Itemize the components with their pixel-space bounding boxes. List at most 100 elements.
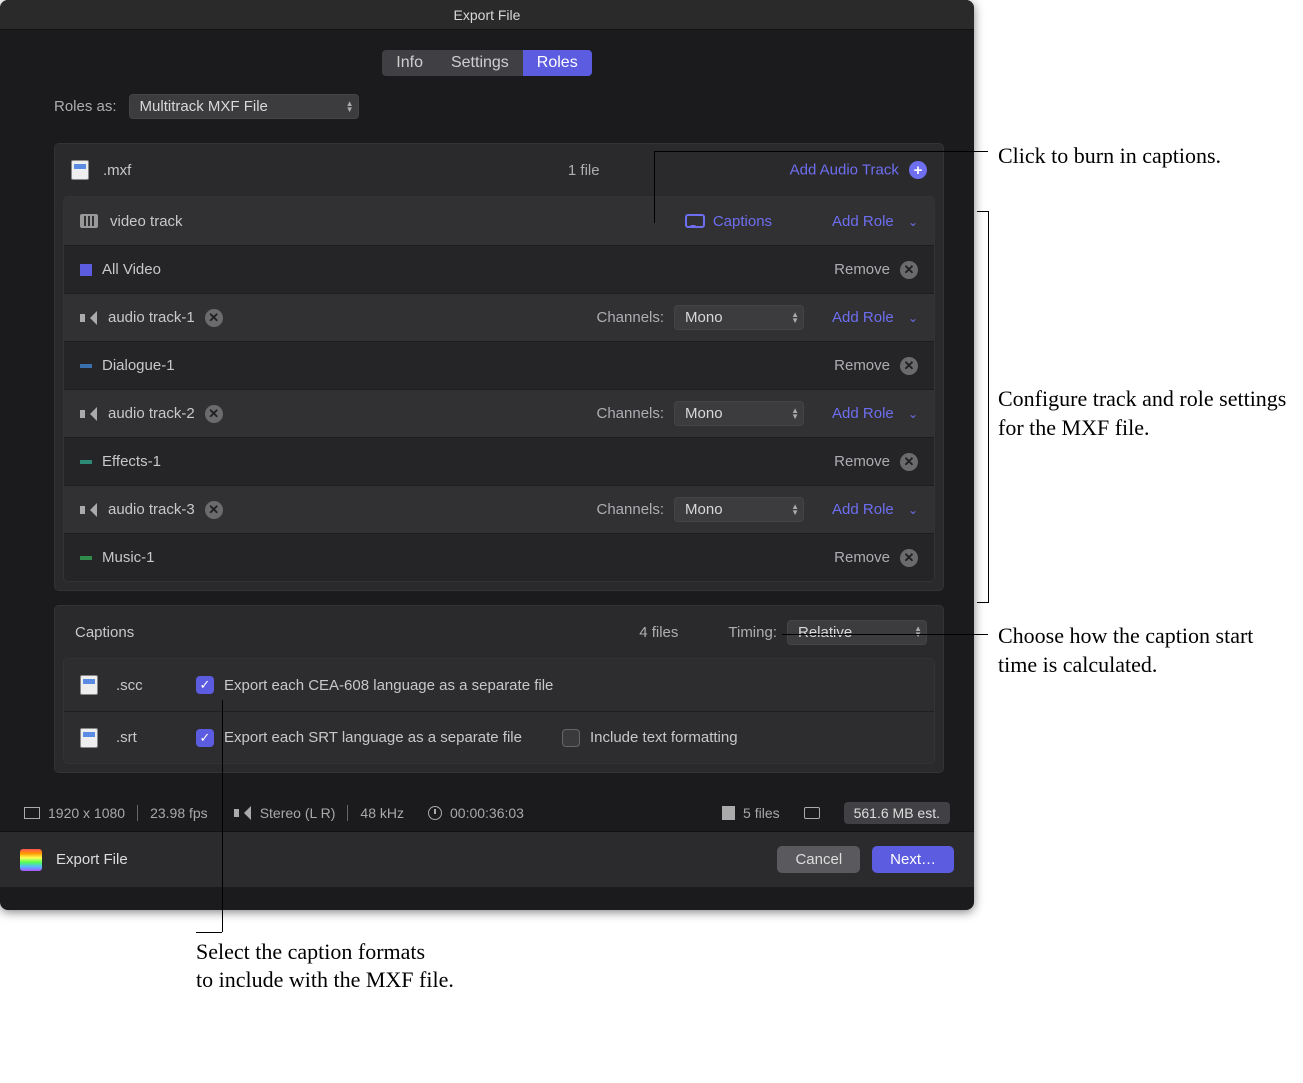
remove-label: Remove [834, 549, 890, 566]
roles-as-select[interactable]: Multitrack MXF File ▲▼ [129, 94, 359, 119]
speaker-icon [234, 806, 250, 820]
next-button[interactable]: Next… [872, 846, 954, 873]
add-role-label: Add Role [832, 405, 894, 422]
captions-button[interactable]: Captions [685, 213, 772, 230]
file-icon [80, 728, 98, 748]
clock-icon [428, 806, 442, 820]
status-sample: 48 kHz [360, 805, 404, 821]
tab-info[interactable]: Info [382, 50, 437, 76]
remove-role-button[interactable]: ✕ [900, 453, 918, 471]
chevron-down-icon: ⌄ [908, 215, 918, 229]
remove-track-button[interactable]: ✕ [205, 309, 223, 327]
role-row-dialogue: Dialogue-1 Remove ✕ [64, 341, 934, 389]
file-icon [80, 675, 98, 695]
status-audio: Stereo (L R) [260, 805, 336, 821]
add-role-audio-3[interactable]: Add Role ⌄ [832, 501, 918, 518]
scc-export-checkbox[interactable]: ✓ [196, 676, 214, 694]
timing-label: Timing: [728, 624, 777, 641]
channels-value: Mono [685, 309, 723, 326]
audio-track-label: audio track-2 [108, 405, 195, 422]
role-name: Effects-1 [102, 453, 161, 470]
add-role-audio-2[interactable]: Add Role ⌄ [832, 405, 918, 422]
role-row-music: Music-1 Remove ✕ [64, 533, 934, 581]
role-swatch [80, 264, 92, 276]
stepper-icon: ▲▼ [791, 408, 799, 420]
mxf-file-count: 1 file [568, 162, 600, 179]
chevron-down-icon: ⌄ [908, 407, 918, 421]
role-name: All Video [102, 261, 161, 278]
channels-select-1[interactable]: Mono ▲▼ [674, 305, 804, 330]
video-track-label: video track [110, 213, 183, 230]
add-role-label: Add Role [832, 213, 894, 230]
timing-select[interactable]: Relative ▲▼ [787, 620, 927, 645]
remove-label: Remove [834, 357, 890, 374]
add-audio-label: Add Audio Track [790, 162, 899, 179]
remove-role-button[interactable]: ✕ [900, 261, 918, 279]
include-formatting-label: Include text formatting [590, 729, 738, 746]
tab-settings[interactable]: Settings [437, 50, 523, 76]
check-icon: ✓ [200, 677, 211, 693]
captions-icon [685, 214, 705, 228]
remove-role-button[interactable]: ✕ [900, 357, 918, 375]
speaker-icon [80, 407, 96, 421]
add-audio-track-button[interactable]: Add Audio Track + [790, 161, 927, 179]
captions-header-label: Captions [75, 624, 134, 641]
status-file-count: 5 files [743, 805, 780, 821]
annotation-formats-2: to include with the MXF file. [196, 966, 454, 995]
export-window: Export File Info Settings Roles Roles as… [0, 0, 974, 910]
role-name: Dialogue-1 [102, 357, 175, 374]
role-swatch [80, 460, 92, 464]
stepper-icon: ▲▼ [791, 312, 799, 324]
annotation-burn: Click to burn in captions. [998, 142, 1288, 171]
add-role-audio-1[interactable]: Add Role ⌄ [832, 309, 918, 326]
annotation-timing: Choose how the caption start time is cal… [998, 622, 1288, 679]
srt-ext: .srt [116, 729, 196, 746]
scc-ext: .scc [116, 677, 196, 694]
add-role-video[interactable]: Add Role ⌄ [832, 213, 918, 230]
remove-track-button[interactable]: ✕ [205, 501, 223, 519]
channels-label: Channels: [597, 309, 665, 326]
remove-track-button[interactable]: ✕ [205, 405, 223, 423]
channels-select-2[interactable]: Mono ▲▼ [674, 401, 804, 426]
status-duration: 00:00:36:03 [450, 805, 524, 821]
cancel-button[interactable]: Cancel [777, 846, 860, 873]
remove-role-button[interactable]: ✕ [900, 549, 918, 567]
speaker-icon [80, 311, 96, 325]
annotation-formats-1: Select the caption formats [196, 938, 425, 967]
footer: Export File Cancel Next… [0, 831, 974, 887]
stack-icon [722, 806, 735, 820]
include-formatting-checkbox[interactable] [562, 729, 580, 747]
app-icon [20, 849, 42, 871]
role-row-all-video: All Video Remove ✕ [64, 245, 934, 293]
status-size: 561.6 MB est. [844, 802, 950, 824]
plus-icon: + [909, 161, 927, 179]
check-icon: ✓ [200, 730, 211, 746]
srt-export-checkbox[interactable]: ✓ [196, 729, 214, 747]
role-row-effects: Effects-1 Remove ✕ [64, 437, 934, 485]
channels-label: Channels: [597, 501, 665, 518]
audio-track-label: audio track-3 [108, 501, 195, 518]
scc-export-label: Export each CEA-608 language as a separa… [224, 677, 553, 694]
tab-roles[interactable]: Roles [523, 50, 592, 76]
stepper-icon: ▲▼ [346, 101, 354, 113]
film-icon [80, 214, 98, 228]
status-bar: 1920 x 1080 23.98 fps Stereo (L R) 48 kH… [0, 795, 974, 831]
audio-track-label: audio track-1 [108, 309, 195, 326]
captions-file-count: 4 files [639, 624, 678, 641]
role-swatch [80, 556, 92, 560]
resolution-icon [24, 807, 40, 819]
chevron-down-icon: ⌄ [908, 311, 918, 325]
remove-label: Remove [834, 261, 890, 278]
mxf-ext: .mxf [103, 162, 131, 179]
channels-value: Mono [685, 501, 723, 518]
captions-panel: Captions 4 files Timing: Relative ▲▼ .sc… [54, 605, 944, 773]
channels-label: Channels: [597, 405, 665, 422]
add-role-label: Add Role [832, 309, 894, 326]
status-resolution: 1920 x 1080 [48, 805, 125, 821]
roles-as-label: Roles as: [54, 98, 117, 115]
stepper-icon: ▲▼ [914, 626, 922, 638]
channels-select-3[interactable]: Mono ▲▼ [674, 497, 804, 522]
monitor-icon [804, 807, 820, 819]
captions-btn-label: Captions [713, 213, 772, 230]
timing-value: Relative [798, 624, 852, 641]
